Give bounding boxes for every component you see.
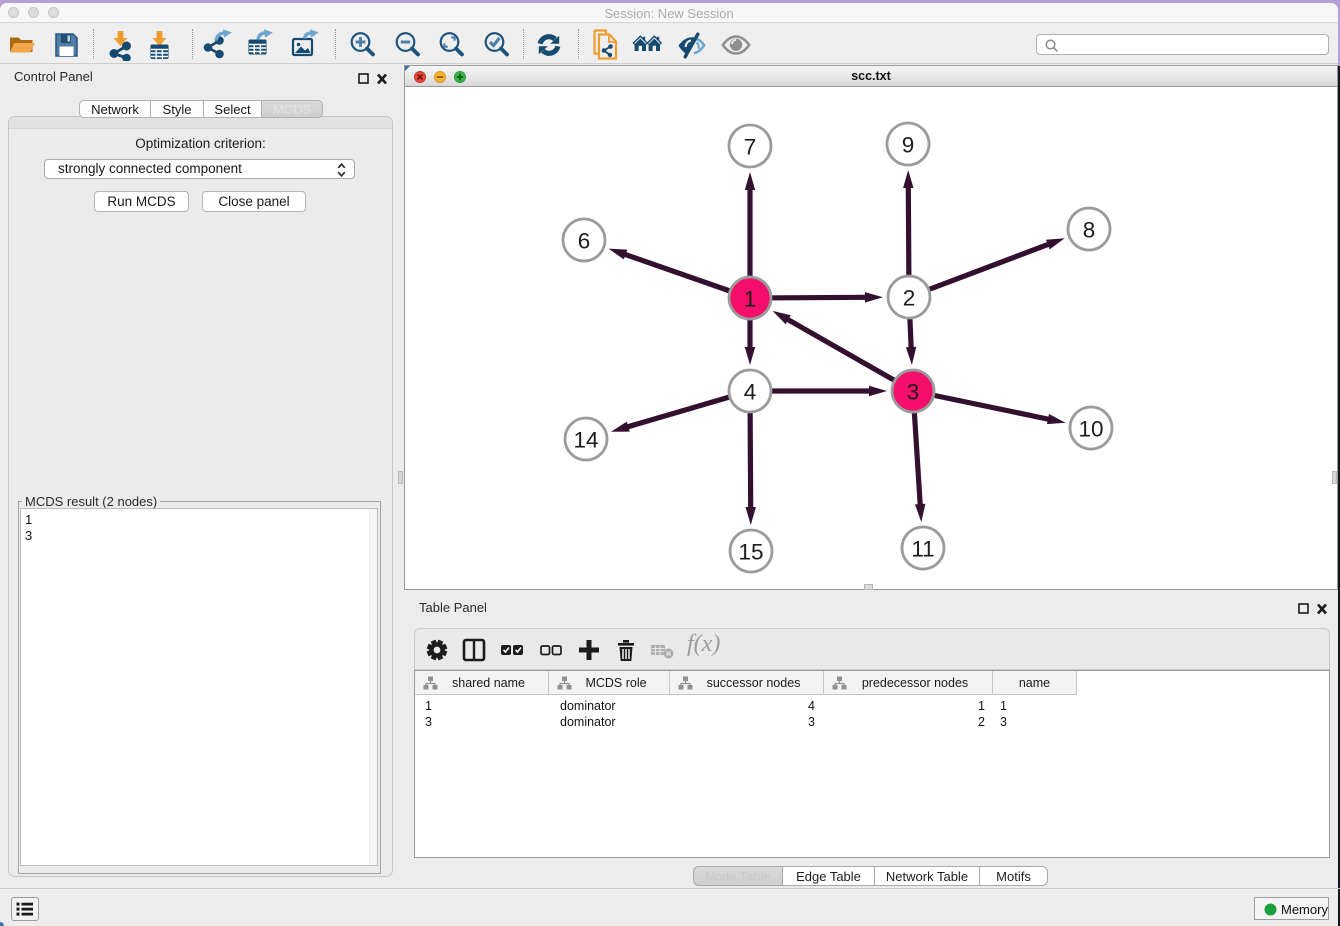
svg-text:15: 15 [738,540,763,565]
svg-text:10: 10 [1078,417,1103,442]
svg-text:1: 1 [744,287,757,312]
svg-text:6: 6 [578,229,591,254]
svg-text:2: 2 [903,286,916,311]
svg-text:14: 14 [573,428,598,453]
svg-text:9: 9 [902,133,915,158]
svg-text:3: 3 [907,380,920,405]
svg-text:11: 11 [911,537,934,562]
svg-text:4: 4 [744,380,757,405]
svg-text:8: 8 [1083,218,1096,243]
svg-text:7: 7 [744,135,757,160]
